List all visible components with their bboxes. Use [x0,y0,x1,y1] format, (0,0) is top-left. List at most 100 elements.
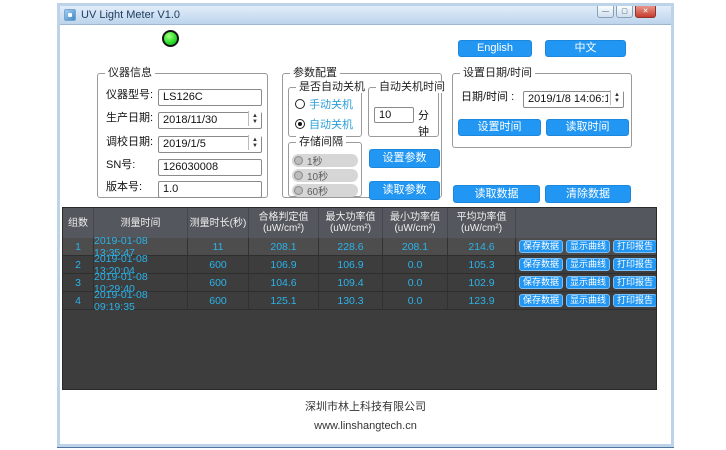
cell-avg-value: 105.3 [448,256,516,273]
maximize-button[interactable]: ▢ [616,6,633,18]
interval-60s-radio[interactable] [294,186,303,195]
save-data-button[interactable]: 保存数据 [519,294,563,307]
print-report-button[interactable]: 打印报告 [613,276,657,289]
save-data-button[interactable]: 保存数据 [519,240,563,253]
read-data-button[interactable]: 读取数据 [453,185,540,203]
model-field[interactable] [158,89,262,106]
read-time-button[interactable]: 读取时间 [546,119,629,136]
set-time-button[interactable]: 设置时间 [458,119,541,136]
header-time: 测量时间 [94,208,188,238]
sn-label: SN号: [106,157,135,174]
auto-shutdown-group: 是否自动关机 手动关机 自动关机 [288,87,362,137]
version-field[interactable] [158,181,262,198]
auto-shutdown-option[interactable]: 自动关机 [295,117,353,130]
cell-avg-value: 214.6 [448,238,516,255]
cell-min-value: 0.0 [383,292,448,309]
table-row[interactable]: 42019-01-08 09:19:35600125.1130.30.0123.… [63,292,656,310]
header-avg: 平均功率值(uW/cm²) [448,208,516,238]
model-row: 仪器型号: [98,87,267,104]
cell-duration: 11 [188,238,249,255]
cell-group: 1 [63,238,94,255]
manual-shutdown-option[interactable]: 手动关机 [295,97,353,110]
production-date-spinner[interactable]: ▲▼ [248,111,261,126]
connection-led-indicator [162,30,179,47]
datetime-label: 日期/时间 : [461,89,514,106]
interval-1s-option[interactable]: 1秒 [292,154,358,167]
header-max: 最大功率值(uW/cm²) [319,208,383,238]
version-label: 版本号: [106,179,142,196]
save-data-button[interactable]: 保存数据 [519,276,563,289]
header-actions [516,208,656,238]
show-curve-button[interactable]: 显示曲线 [566,276,610,289]
window-client-area: English 中文 仪器信息 仪器型号: 生产日期: ▲▼ 调校日期: ▲ [60,26,671,444]
calibration-date-row: 调校日期: ▲▼ [98,134,267,151]
cell-pass-value: 125.1 [249,292,319,309]
calibration-date-spinner[interactable]: ▲▼ [248,135,261,150]
title-bar[interactable]: UV Light Meter V1.0 — ▢ ✕ [60,6,671,25]
auto-shutdown-radio[interactable] [295,119,305,129]
header-min: 最小功率值(uW/cm²) [383,208,448,238]
interval-10s-label: 10秒 [307,168,328,183]
table-body: 12019-01-08 13:35:4711208.1228.6208.1214… [63,238,656,310]
cell-avg-value: 102.9 [448,274,516,291]
minimize-button[interactable]: — [597,6,614,18]
screen: UV Light Meter V1.0 — ▢ ✕ English 中文 仪器信… [0,0,726,450]
chinese-language-button[interactable]: 中文 [545,40,626,57]
production-date-row: 生产日期: ▲▼ [98,110,267,127]
cell-pass-value: 106.9 [249,256,319,273]
param-config-group: 参数配置 是否自动关机 手动关机 自动关机 自动关机时间 [282,73,442,198]
window-title: UV Light Meter V1.0 [81,9,180,21]
datetime-group-title: 设置日期/时间 [460,67,535,79]
interval-1s-label: 1秒 [307,153,323,168]
english-language-button[interactable]: English [458,40,532,57]
param-config-title: 参数配置 [290,67,340,79]
sn-field[interactable] [158,159,262,176]
print-report-button[interactable]: 打印报告 [613,258,657,271]
interval-10s-radio[interactable] [294,171,303,180]
model-label: 仪器型号: [106,87,153,104]
company-name: 深圳市林上科技有限公司 [60,398,671,414]
print-report-button[interactable]: 打印报告 [613,294,657,307]
datetime-field[interactable] [523,91,624,108]
production-date-field[interactable] [158,112,262,129]
header-pass: 合格判定值(uW/cm²) [249,208,319,238]
window-controls: — ▢ ✕ [597,6,656,18]
manual-shutdown-radio[interactable] [295,99,305,109]
show-curve-button[interactable]: 显示曲线 [566,240,610,253]
cell-time: 2019-01-08 09:19:35 [94,292,188,309]
cell-group: 2 [63,256,94,273]
calibration-date-field[interactable] [158,136,262,153]
set-params-button[interactable]: 设置参数 [369,149,440,168]
clear-data-button[interactable]: 清除数据 [545,185,631,203]
interval-1s-radio[interactable] [294,156,303,165]
row-actions: 保存数据显示曲线打印报告 [516,238,657,255]
cell-group: 4 [63,292,94,309]
measurement-table: 组数 测量时间 测量时长(秒) 合格判定值(uW/cm²) 最大功率值(uW/c… [62,207,657,390]
show-curve-button[interactable]: 显示曲线 [566,294,610,307]
auto-shutdown-label: 自动关机 [309,116,353,132]
row-actions: 保存数据显示曲线打印报告 [516,256,657,273]
interval-10s-option[interactable]: 10秒 [292,169,358,182]
table-header: 组数 测量时间 测量时长(秒) 合格判定值(uW/cm²) 最大功率值(uW/c… [63,208,656,238]
app-window: UV Light Meter V1.0 — ▢ ✕ English 中文 仪器信… [57,3,674,447]
header-duration: 测量时长(秒) [188,208,249,238]
app-icon [64,9,76,21]
datetime-spinner[interactable]: ▲▼ [610,90,623,105]
cell-max-value: 228.6 [319,238,383,255]
row-actions: 保存数据显示曲线打印报告 [516,274,657,291]
close-button[interactable]: ✕ [635,6,656,18]
interval-60s-option[interactable]: 60秒 [292,184,358,197]
cell-pass-value: 208.1 [249,238,319,255]
show-curve-button[interactable]: 显示曲线 [566,258,610,271]
header-group: 组数 [63,208,94,238]
shutdown-time-field[interactable] [374,107,414,123]
cell-duration: 600 [188,256,249,273]
datetime-group: 设置日期/时间 日期/时间 : ▲▼ 设置时间 读取时间 [452,73,632,148]
save-data-button[interactable]: 保存数据 [519,258,563,271]
cell-max-value: 109.4 [319,274,383,291]
cell-duration: 600 [188,274,249,291]
print-report-button[interactable]: 打印报告 [613,240,657,253]
read-params-button[interactable]: 读取参数 [369,181,440,200]
cell-avg-value: 123.9 [448,292,516,309]
version-row: 版本号: [98,179,267,196]
